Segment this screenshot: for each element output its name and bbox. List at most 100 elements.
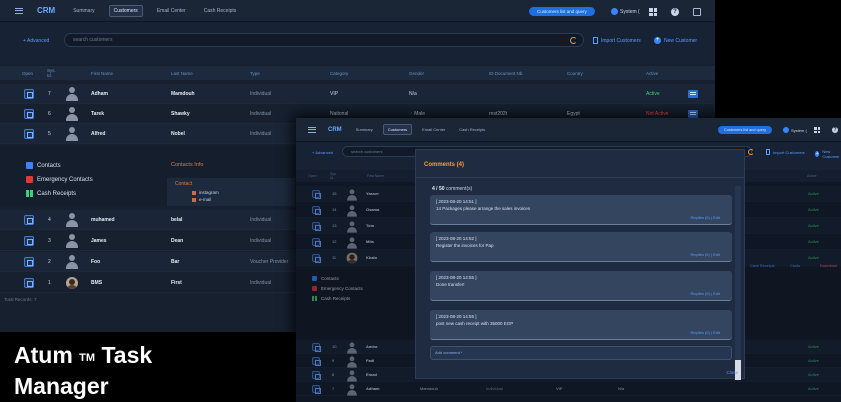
cell-id: 6 [48, 110, 51, 117]
instagram-icon [192, 190, 196, 195]
comments-icon[interactable] [688, 89, 698, 98]
cell-id: 4 [48, 216, 51, 223]
side-item-contacts[interactable]: Contacts [26, 162, 61, 169]
menu-icon[interactable] [15, 7, 23, 14]
scrollbar-track[interactable] [735, 186, 741, 366]
menu-icon[interactable] [308, 126, 316, 133]
help-icon[interactable]: ? [832, 127, 838, 133]
cell-type: Individual [250, 130, 272, 137]
user-icon [611, 8, 618, 15]
comment-actions-link[interactable]: Replies (0) | Edit [691, 215, 721, 220]
plus-icon: + [654, 37, 661, 44]
cell-last-name: Nobel [171, 130, 185, 137]
open-record-icon[interactable] [24, 214, 34, 225]
modal-title: Comments (4) [424, 162, 465, 168]
brand-logo: CRM [37, 6, 56, 15]
count-label: comment(s) [444, 186, 473, 192]
col-category[interactable]: Category [330, 71, 348, 76]
col-country[interactable]: Country [567, 71, 583, 76]
avatar-placeholder [66, 127, 78, 141]
comment-actions-link[interactable]: Replies (0) | Edit [691, 252, 721, 257]
cell-id-document: rest202t [489, 110, 508, 117]
contacts-info-title: Contacts Info [171, 162, 204, 168]
cell-last-name: Dean [171, 237, 184, 244]
new-label: New Customer [664, 37, 698, 44]
page-context-pill: Customers list and query [718, 126, 772, 134]
comment-text: post new cash receipt with 35000 EGP [436, 321, 514, 326]
close-button[interactable]: Close [726, 370, 738, 375]
window-icon[interactable] [693, 8, 701, 16]
nav-email-center[interactable]: Email Center [418, 125, 449, 134]
main-nav: Summary Customers Email Center Cash Rece… [352, 124, 490, 135]
avatar-placeholder [66, 87, 78, 101]
col-gender[interactable]: Gender [409, 71, 424, 76]
caption-line-1: Atum TM Task [14, 340, 152, 371]
col-id-document[interactable]: ID Document Nb. [489, 71, 524, 76]
comments-icon[interactable] [688, 109, 698, 118]
nav-customers[interactable]: Customers [108, 4, 143, 17]
count-value: 4 / 50 [432, 186, 445, 192]
contact-instagram: instagram [192, 190, 219, 195]
apps-grid-icon[interactable] [814, 127, 820, 133]
user-menu[interactable]: System ( [783, 127, 807, 133]
avatar-placeholder [66, 234, 78, 248]
side-label: Emergency Contacts [37, 176, 93, 183]
cell-last-name: Shawky [171, 110, 190, 117]
comment-actions-link[interactable]: Replies (0) | Edit [691, 330, 721, 335]
advanced-filter-link[interactable]: + Advanced [312, 150, 333, 155]
cell-id: 5 [48, 130, 51, 137]
cell-last-name: First [171, 279, 182, 286]
nav-summary[interactable]: Summary [69, 6, 98, 16]
page-context-pill: Customers list and query [529, 7, 595, 16]
cell-first-name: Tarek [91, 110, 104, 117]
side-item-emergency[interactable]: Emergency Contacts [26, 176, 93, 183]
nav-email-center[interactable]: Email Center [153, 6, 190, 16]
col-first-name[interactable]: First Name [91, 71, 113, 76]
nav-cash-receipts[interactable]: Cash Receipts [200, 6, 241, 16]
help-icon[interactable]: ? [671, 8, 679, 16]
contact-value: e-mail [199, 197, 212, 202]
cell-id: 3 [48, 237, 51, 244]
open-record-icon[interactable] [24, 235, 34, 246]
apps-grid-icon[interactable] [649, 8, 657, 16]
import-customers-button[interactable]: Import Customers [766, 149, 805, 155]
nav-cash-receipts[interactable]: Cash Receipts [455, 125, 489, 134]
comment-actions-link[interactable]: Replies (0) | Edit [691, 291, 721, 296]
col-sys-id[interactable]: Sys. Id. [47, 68, 59, 78]
nav-customers[interactable]: Customers [382, 124, 413, 135]
refresh-icon[interactable] [570, 37, 577, 44]
trademark-mark: TM [79, 352, 96, 364]
nav-summary[interactable]: Summary [352, 125, 377, 134]
advanced-filter-link[interactable]: + Advanced [23, 38, 49, 44]
avatar-placeholder [66, 213, 78, 227]
records-count: Total Records: 7 [4, 297, 37, 302]
contact-value: instagram [199, 190, 219, 195]
new-customer-button[interactable]: + New Customer [654, 37, 697, 44]
brand-logo: CRM [328, 126, 342, 133]
col-active[interactable]: Active [646, 71, 658, 76]
col-last-name[interactable]: Last Name [171, 71, 193, 76]
import-label: Import Customers [601, 37, 641, 44]
open-record-icon[interactable] [24, 108, 34, 119]
side-item-cash-receipts[interactable]: Cash Receipts [26, 190, 76, 197]
add-comment-input[interactable]: Add comment * [430, 346, 732, 360]
cell-type: Individual [250, 216, 272, 223]
table-header: Open Sys. Id. First Name Last Name Type … [0, 66, 715, 80]
col-open[interactable]: Open [22, 71, 33, 76]
open-record-icon[interactable] [24, 88, 34, 99]
user-menu[interactable]: System ( [611, 8, 640, 15]
divider [416, 177, 744, 178]
table-row[interactable]: 7 Adham Mamdouh Individual VIP N/a Activ… [0, 84, 715, 104]
cell-last-name: belal [171, 216, 183, 223]
search-input[interactable]: search customers [64, 33, 584, 47]
caption-line-2: Manager [14, 373, 109, 399]
col-type[interactable]: Type [250, 71, 260, 76]
open-record-icon[interactable] [24, 128, 34, 139]
avatar-photo [66, 277, 78, 289]
new-customer-button[interactable]: + New Customer [815, 149, 841, 159]
open-record-icon[interactable] [24, 277, 34, 288]
refresh-icon[interactable] [748, 149, 754, 155]
open-record-icon[interactable] [24, 256, 34, 267]
cell-category: National [330, 110, 349, 117]
import-customers-button[interactable]: Import Customers [593, 37, 641, 44]
